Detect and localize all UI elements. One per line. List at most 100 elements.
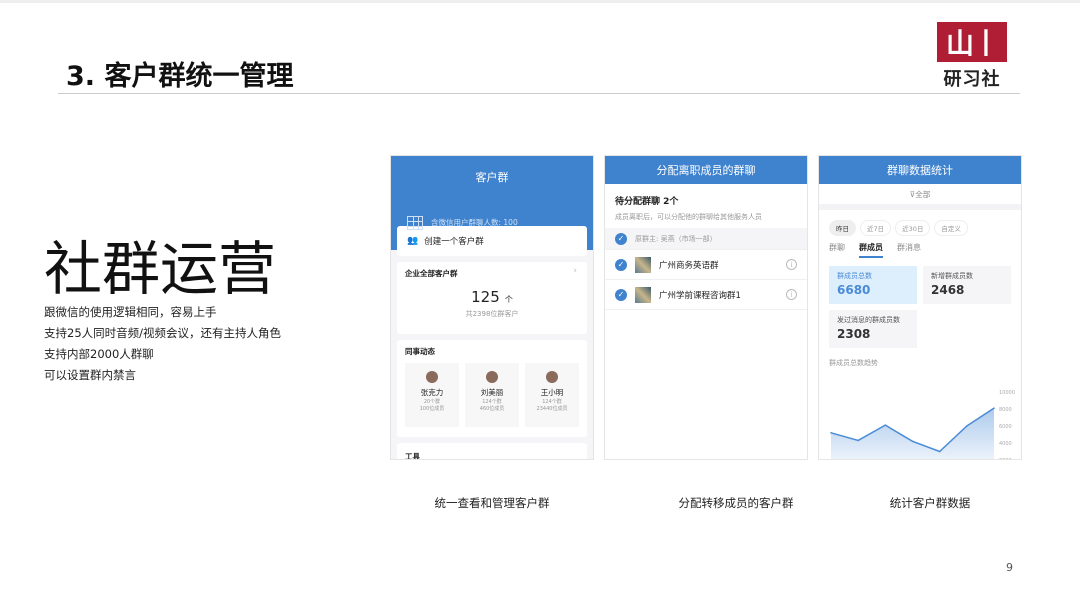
member-name: 王小明: [540, 388, 564, 397]
all-groups-label: 企业全部客户群: [405, 269, 458, 278]
data-point: [857, 439, 859, 442]
stat-label: 群成员总数: [837, 272, 872, 280]
all-groups-card[interactable]: 企业全部客户群 › 125 个 共2398位群客户: [397, 262, 587, 334]
filter-label: 全部: [915, 189, 931, 199]
trend-chart: 10000 8000 6000 4000 2000: [830, 390, 1015, 460]
bullet-list: 跟微信的使用逻辑相同，容易上手 支持25人同时音频/视频会议，还有主持人角色 支…: [44, 302, 281, 386]
colleague-label: 同事动态: [405, 347, 435, 356]
caption-3: 统计客户群数据: [889, 496, 971, 510]
data-point: [938, 450, 941, 453]
grid-icon: [407, 215, 423, 230]
y-tick-label: 6000: [999, 424, 1012, 430]
slide-title: 3. 客户群统一管理: [66, 61, 294, 92]
tab-members[interactable]: 群成员: [859, 242, 883, 258]
page-number: 9: [1006, 561, 1013, 574]
create-label: 创建一个客户群: [424, 237, 484, 247]
caption-1: 统一查看和管理客户群: [434, 496, 550, 510]
logo-mark: ⼭⼁: [937, 22, 1007, 62]
stat-value: 2308: [837, 327, 871, 341]
y-tick-label: 10000: [999, 390, 1015, 396]
screen-header: 客户群: [391, 156, 593, 196]
tab-groups[interactable]: 群聊: [829, 242, 845, 258]
owner-row[interactable]: ✓ 原群主: 吴燕（市场一部）: [605, 228, 807, 250]
data-point: [993, 407, 995, 409]
pending-label: 待分配群聊 2个: [615, 197, 679, 207]
avatar: [546, 371, 558, 383]
avatar: [426, 371, 438, 383]
tab-messages[interactable]: 群消息: [897, 242, 921, 258]
info-icon[interactable]: i: [786, 289, 797, 300]
create-group-button[interactable]: 👥 创建一个客户群: [397, 226, 587, 256]
pending-desc: 成员离职后，可以分配他的群聊给其他服务人员: [615, 213, 762, 221]
member-customers: 100位成员: [419, 406, 445, 412]
group-name: 广州商务英语群: [659, 260, 719, 271]
stat-label: 发过消息的群成员数: [837, 316, 900, 324]
member-groups: 124个群: [482, 399, 502, 405]
avatar: [486, 371, 498, 383]
bullet: 可以设置群内禁言: [44, 368, 136, 382]
checkbox-checked-icon[interactable]: ✓: [615, 232, 627, 245]
group-name: 广州学前课程咨询群1: [659, 290, 741, 301]
y-tick-label: 4000: [999, 441, 1012, 447]
group-row[interactable]: ✓ 广州商务英语群 i: [605, 250, 807, 280]
data-point: [830, 432, 832, 434]
trend-area: [831, 408, 994, 459]
stat-value: 6680: [837, 283, 871, 297]
y-tick-label: 2000: [999, 458, 1012, 460]
range-yesterday[interactable]: 昨日: [829, 220, 856, 236]
bullet: 跟微信的使用逻辑相同，容易上手: [44, 305, 217, 319]
range-7d[interactable]: 近7日: [860, 220, 892, 236]
tools-label: 工具: [405, 452, 420, 460]
caption-2: 分配转移成员的客户群: [678, 496, 794, 510]
member-groups: 124个群: [542, 399, 562, 405]
member-customers: 23440位成员: [536, 406, 568, 412]
top-border: [0, 0, 1080, 3]
member-customers: 460位成员: [479, 406, 505, 412]
checkbox-checked-icon[interactable]: ✓: [615, 258, 627, 271]
owner-label: 原群主: 吴燕（市场一部）: [635, 234, 717, 243]
group-avatar: [635, 256, 651, 273]
bullet: 支持内部2000人群聊: [44, 347, 154, 361]
member-card[interactable]: 王小明 124个群 23440位成员: [525, 363, 579, 427]
member-card[interactable]: 张克力 20个群 100位成员: [405, 363, 459, 427]
screen-header: 群聊数据统计: [819, 156, 1021, 184]
stat-label: 新增群成员数: [931, 272, 973, 280]
stat-active-members[interactable]: 发过消息的群成员数 2308: [829, 310, 917, 348]
section-heading: 社群运营: [44, 235, 277, 303]
checkbox-checked-icon[interactable]: ✓: [615, 288, 627, 301]
y-tick-label: 8000: [999, 407, 1012, 413]
logo-text: 研习社: [943, 69, 1001, 90]
range-custom[interactable]: 自定义: [934, 220, 968, 236]
trend-label: 群成员总数趋势: [829, 359, 878, 367]
data-point: [966, 425, 968, 427]
info-icon[interactable]: i: [786, 259, 797, 270]
limit-text: 含微信用户群聊人数: 100: [431, 218, 518, 227]
customer-group-screen: 客户群 含微信用户群聊人数: 100 👥 创建一个客户群 企业全部客户群 › 12…: [390, 155, 594, 460]
group-stats-screen: 群聊数据统计 ⊽ 全部 昨日 近7日 近30日 自定义 群聊 群成员 群消息 群成…: [818, 155, 1022, 460]
title-divider: [58, 93, 1020, 94]
member-card[interactable]: 刘美丽 124个群 460位成员: [465, 363, 519, 427]
screen-header: 分配离职成员的群聊: [605, 156, 807, 184]
data-point: [884, 424, 887, 426]
group-count: 125: [471, 288, 500, 306]
member-name: 刘美丽: [480, 388, 504, 397]
stat-value: 2468: [931, 283, 965, 297]
stat-new-members[interactable]: 新增群成员数 2468: [923, 266, 1011, 304]
add-user-icon: 👥: [407, 236, 419, 246]
filter-button[interactable]: ⊽ 全部: [819, 184, 1021, 210]
chevron-right-icon: ›: [573, 266, 577, 276]
member-name: 张克力: [420, 388, 444, 397]
colleague-activity-card: 同事动态 张克力 20个群 100位成员 刘美丽 124个群 460位成员 王小明 124…: [397, 340, 587, 437]
group-unit: 个: [504, 295, 513, 304]
bullet: 支持25人同时音频/视频会议，还有主持人角色: [44, 326, 282, 340]
group-row[interactable]: ✓ 广州学前课程咨询群1 i: [605, 280, 807, 310]
range-30d[interactable]: 近30日: [895, 220, 931, 236]
logo: ⼭⼁ 研习社: [937, 22, 1007, 90]
stat-total-members[interactable]: 群成员总数 6680: [829, 266, 917, 304]
group-customers: 共2398位群客户: [465, 310, 519, 318]
group-avatar: [635, 286, 651, 303]
data-point: [911, 440, 914, 443]
assign-groups-screen: 分配离职成员的群聊 待分配群聊 2个 成员离职后，可以分配他的群聊给其他服务人员…: [604, 155, 808, 460]
member-groups: 20个群: [423, 399, 441, 405]
tools-card: 工具: [397, 443, 587, 460]
